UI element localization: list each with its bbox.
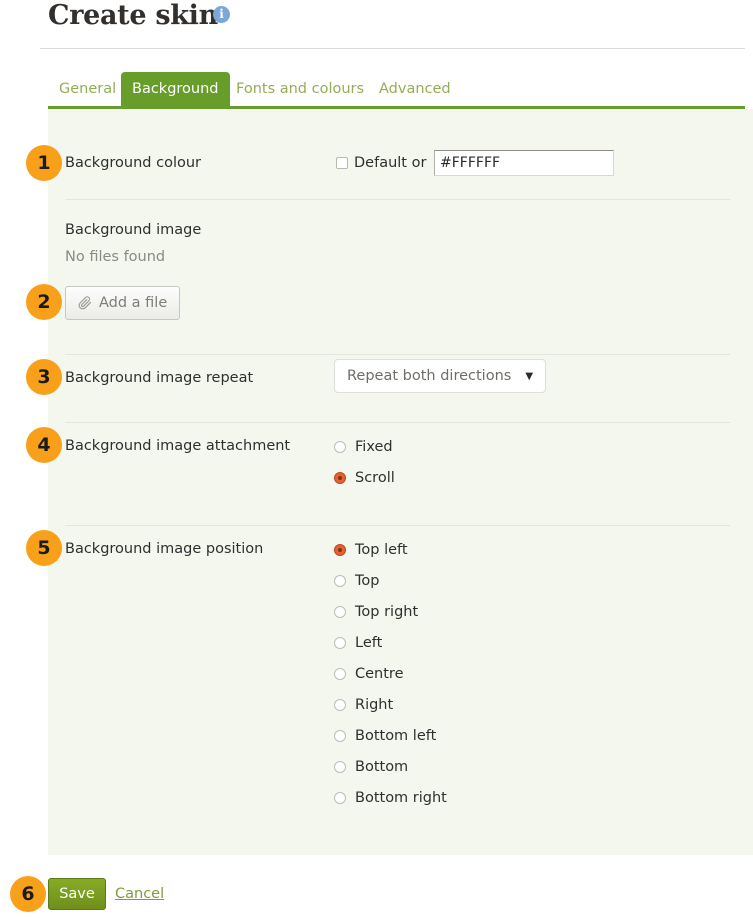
default-colour-checkbox[interactable]: Default or — [336, 155, 426, 171]
row-divider — [65, 525, 730, 526]
radio-indicator[interactable] — [334, 730, 346, 742]
tab-general[interactable]: General — [48, 72, 127, 106]
tab-fonts-and-colours[interactable]: Fonts and colours — [225, 72, 375, 106]
label-background-image-position: Background image position — [65, 541, 263, 557]
radio-position-top-right-label: Top right — [355, 604, 418, 620]
radio-position-bottom-left[interactable]: Bottom left — [334, 728, 436, 744]
step-badge-5: 5 — [26, 530, 62, 566]
label-background-image-repeat: Background image repeat — [65, 370, 253, 386]
label-background-image: Background image — [65, 222, 201, 238]
row-divider — [65, 422, 730, 423]
radio-attachment-fixed-label: Fixed — [355, 439, 393, 455]
radio-position-right-label: Right — [355, 697, 393, 713]
radio-position-top[interactable]: Top — [334, 573, 379, 589]
add-a-file-label: Add a file — [99, 295, 167, 311]
radio-indicator[interactable] — [334, 441, 346, 453]
add-a-file-button[interactable]: Add a file — [65, 286, 180, 320]
radio-indicator[interactable] — [334, 637, 346, 649]
radio-indicator[interactable] — [334, 699, 346, 711]
step-badge-1: 1 — [26, 145, 62, 181]
header-divider — [40, 48, 745, 49]
radio-position-left-label: Left — [355, 635, 382, 651]
step-badge-6: 6 — [10, 876, 46, 912]
radio-position-bottom-right-label: Bottom right — [355, 790, 447, 806]
page-title: Create skin — [48, 0, 218, 31]
radio-position-bottom-right[interactable]: Bottom right — [334, 790, 447, 806]
row-divider — [65, 354, 730, 355]
background-image-status: No files found — [65, 249, 165, 265]
step-badge-2: 2 — [26, 284, 62, 320]
chevron-down-icon: ▼ — [525, 371, 533, 382]
radio-indicator[interactable] — [334, 792, 346, 804]
save-button[interactable]: Save — [48, 878, 106, 910]
radio-indicator[interactable] — [334, 472, 346, 484]
cancel-link[interactable]: Cancel — [115, 886, 164, 902]
radio-attachment-fixed[interactable]: Fixed — [334, 439, 393, 455]
radio-position-left[interactable]: Left — [334, 635, 382, 651]
radio-position-centre[interactable]: Centre — [334, 666, 403, 682]
radio-position-right[interactable]: Right — [334, 697, 393, 713]
paperclip-icon — [78, 296, 92, 310]
checkbox-box[interactable] — [336, 157, 348, 169]
label-background-image-attachment: Background image attachment — [65, 438, 290, 454]
default-colour-label: Default or — [354, 155, 426, 171]
radio-position-bottom-label: Bottom — [355, 759, 408, 775]
radio-indicator[interactable] — [334, 668, 346, 680]
tab-advanced[interactable]: Advanced — [368, 72, 462, 106]
radio-position-top-right[interactable]: Top right — [334, 604, 418, 620]
radio-indicator[interactable] — [334, 761, 346, 773]
step-badge-4: 4 — [26, 427, 62, 463]
tab-background[interactable]: Background — [121, 72, 230, 106]
radio-position-top-left[interactable]: Top left — [334, 542, 408, 558]
label-background-colour: Background colour — [65, 155, 201, 171]
info-icon[interactable]: i — [213, 6, 230, 23]
radio-indicator[interactable] — [334, 575, 346, 587]
radio-position-bottom-left-label: Bottom left — [355, 728, 436, 744]
background-colour-input[interactable] — [434, 150, 614, 176]
row-divider — [65, 199, 730, 200]
radio-position-top-left-label: Top left — [355, 542, 408, 558]
radio-indicator[interactable] — [334, 606, 346, 618]
tab-bar: General Background Fonts and colours Adv… — [48, 72, 745, 108]
radio-attachment-scroll-label: Scroll — [355, 470, 395, 486]
radio-position-centre-label: Centre — [355, 666, 403, 682]
radio-position-bottom[interactable]: Bottom — [334, 759, 408, 775]
background-image-repeat-select[interactable]: Repeat both directions ▼ — [334, 359, 546, 393]
background-settings-panel: Background colour Default or Background … — [48, 109, 753, 855]
radio-indicator[interactable] — [334, 544, 346, 556]
radio-attachment-scroll[interactable]: Scroll — [334, 470, 395, 486]
page-header: Create skin i — [0, 0, 753, 50]
background-image-repeat-value: Repeat both directions — [347, 368, 511, 384]
step-badge-3: 3 — [26, 359, 62, 395]
radio-position-top-label: Top — [355, 573, 379, 589]
